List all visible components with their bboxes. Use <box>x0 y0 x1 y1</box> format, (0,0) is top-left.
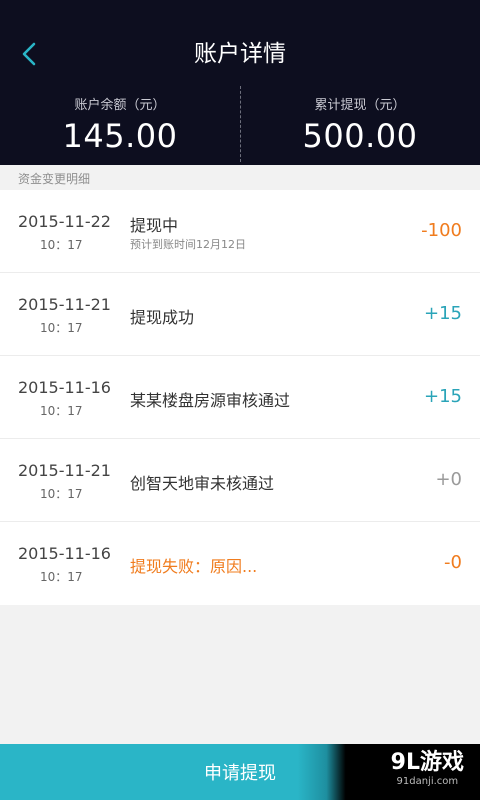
record-amount: +0 <box>435 469 462 490</box>
record-time: 10：17 <box>40 321 83 335</box>
record-row[interactable]: 2015-11-21 10：17 提现成功 +15 <box>0 273 480 356</box>
section-label: 资金变更明细 <box>18 172 91 186</box>
record-row[interactable]: 2015-11-16 10：17 提现失败：原因... -0 <box>0 522 480 605</box>
record-amount: -100 <box>421 220 462 241</box>
record-row[interactable]: 2015-11-16 10：17 某某楼盘房源审核通过 +15 <box>0 356 480 439</box>
account-summary: 账户余额（元） 145.00 累计提现（元） 500.00 <box>0 84 480 164</box>
header: 账户详情 账户余额（元） 145.00 累计提现（元） 500.00 <box>0 0 480 165</box>
record-description: 某某楼盘房源审核通过 <box>130 391 291 410</box>
page-title: 账户详情 <box>194 41 286 67</box>
record-date: 2015-11-21 <box>18 461 111 480</box>
record-time: 10：17 <box>40 238 83 252</box>
withdrawn-block: 累计提现（元） 500.00 <box>240 84 480 155</box>
watermark-url: 91danji.com <box>396 776 459 787</box>
record-amount: +15 <box>424 303 462 324</box>
record-date: 2015-11-16 <box>18 544 111 563</box>
watermark-logo-text: 9L游戏 <box>390 750 464 775</box>
record-date: 2015-11-21 <box>18 295 111 314</box>
record-time: 10：17 <box>40 487 83 501</box>
record-date: 2015-11-22 <box>18 212 111 231</box>
record-time: 10：17 <box>40 404 83 418</box>
record-description: 提现成功 <box>130 308 195 327</box>
record-amount: -0 <box>444 552 462 573</box>
balance-block: 账户余额（元） 145.00 <box>0 84 240 155</box>
record-subtext: 预计到账时间12月12日 <box>130 238 246 251</box>
record-amount: +15 <box>424 386 462 407</box>
record-date: 2015-11-16 <box>18 378 111 397</box>
record-time: 10：17 <box>40 570 83 584</box>
withdrawn-label: 累计提现（元） <box>314 98 406 113</box>
watermark-logo: 9L游戏 91danji.com <box>391 750 464 788</box>
record-row[interactable]: 2015-11-22 10：17 提现中 预计到账时间12月12日 -100 <box>0 190 480 273</box>
record-list: 2015-11-22 10：17 提现中 预计到账时间12月12日 -100 2… <box>0 190 480 605</box>
record-row[interactable]: 2015-11-21 10：17 创智天地审未核通过 +0 <box>0 439 480 522</box>
record-description: 创智天地审未核通过 <box>130 474 275 493</box>
balance-value: 145.00 <box>62 117 178 155</box>
balance-label: 账户余额（元） <box>74 98 166 113</box>
footer-bar: 申请提现 9L游戏 91danji.com <box>0 744 480 800</box>
record-description: 提现失败：原因... <box>130 557 258 576</box>
record-description: 提现中 <box>130 216 179 235</box>
withdrawn-value: 500.00 <box>302 117 418 155</box>
